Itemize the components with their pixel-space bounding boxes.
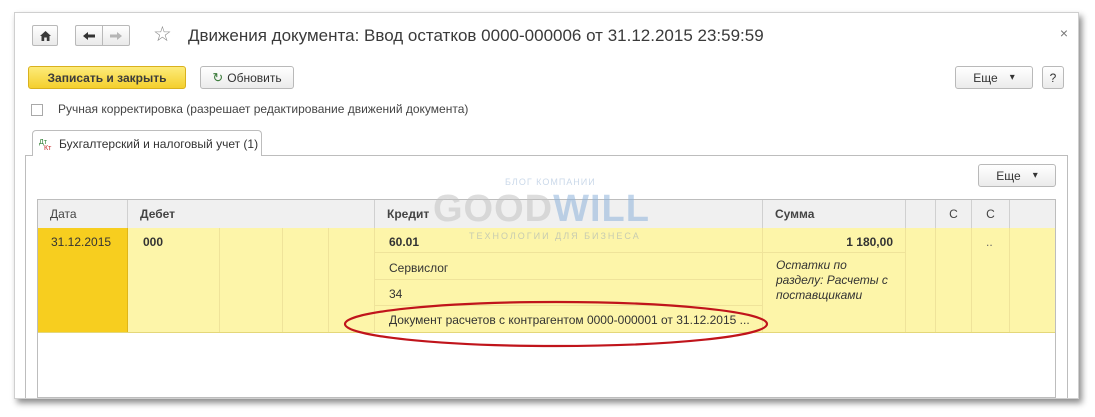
cell-date: 31.12.2015 bbox=[38, 228, 128, 332]
content-line-3: поставщиками bbox=[776, 288, 863, 302]
credit-account-value: 60.01 bbox=[389, 235, 420, 249]
more-button-label: Еще bbox=[973, 70, 998, 85]
cell-extra bbox=[906, 228, 936, 332]
cell-debit-account: 000 bbox=[128, 228, 220, 332]
header-amount[interactable]: Сумма bbox=[763, 200, 906, 228]
cell-debit-subconto-2 bbox=[283, 228, 329, 332]
home-button[interactable] bbox=[32, 25, 58, 46]
credit-subconto-1: Сервислог bbox=[389, 261, 449, 275]
header-debit[interactable]: Дебет bbox=[128, 200, 375, 228]
table-more-button-label: Еще bbox=[996, 168, 1021, 183]
chevron-down-icon: ▾ bbox=[1009, 72, 1015, 83]
ledger-icon: Дт Кт bbox=[39, 139, 52, 151]
header-c2[interactable]: С bbox=[972, 200, 1010, 228]
more-button[interactable]: Еще ▾ bbox=[955, 66, 1033, 89]
refresh-icon: ↻ bbox=[212, 69, 224, 85]
row-divider bbox=[763, 252, 905, 253]
header-date[interactable]: Дата bbox=[38, 200, 128, 228]
tab-accounting[interactable]: Дт Кт Бухгалтерский и налоговый учет (1) bbox=[32, 130, 262, 156]
watermark-brand-right: WILL bbox=[553, 188, 650, 230]
chevron-down-icon: ▾ bbox=[1032, 170, 1038, 181]
tab-accounting-label: Бухгалтерский и налоговый учет (1) bbox=[59, 136, 259, 151]
amount-value: 1 180,00 bbox=[846, 235, 893, 249]
svg-text:Кт: Кт bbox=[44, 145, 52, 151]
window-title: Движения документа: Ввод остатков 0000-0… bbox=[188, 26, 764, 45]
c2-value: .. bbox=[986, 235, 993, 249]
save-and-close-button[interactable]: Записать и закрыть bbox=[28, 66, 186, 89]
forward-button[interactable] bbox=[102, 25, 130, 46]
row-divider bbox=[375, 279, 762, 280]
document-movements-window: ☆ Движения документа: Ввод остатков 0000… bbox=[14, 12, 1079, 399]
watermark-logo: GOODWILL bbox=[433, 188, 650, 231]
home-icon bbox=[39, 30, 51, 41]
forward-arrow-icon bbox=[110, 31, 122, 40]
manual-edit-label: Ручная корректировка (разрешает редактир… bbox=[58, 102, 469, 116]
header-extra-col bbox=[906, 200, 936, 228]
table-more-button[interactable]: Еще ▾ bbox=[978, 164, 1056, 187]
date-value: 31.12.2015 bbox=[51, 235, 112, 249]
content-line-2: разделу: Расчеты с bbox=[776, 273, 888, 287]
cell-c2: .. bbox=[972, 228, 1010, 332]
refresh-button[interactable]: ↻ Обновить bbox=[200, 66, 294, 89]
refresh-button-label: Обновить bbox=[227, 70, 282, 85]
cell-debit-subconto-1 bbox=[220, 228, 283, 332]
close-icon[interactable]: × bbox=[1060, 25, 1068, 41]
favorite-star-icon[interactable]: ☆ bbox=[153, 22, 172, 47]
cell-c1 bbox=[936, 228, 972, 332]
highlight-ellipse bbox=[343, 300, 769, 348]
watermark-bottom: ТЕХНОЛОГИИ ДЛЯ БИЗНЕСА bbox=[469, 231, 641, 241]
cell-amount: 1 180,00 Остатки по разделу: Расчеты с п… bbox=[763, 228, 906, 332]
back-button[interactable] bbox=[75, 25, 103, 46]
watermark-brand-left: GOOD bbox=[433, 188, 554, 230]
manual-edit-checkbox[interactable] bbox=[31, 104, 43, 116]
back-arrow-icon bbox=[83, 31, 95, 40]
watermark-top: БЛОГ КОМПАНИИ bbox=[505, 177, 596, 187]
debit-account-value: 000 bbox=[143, 235, 164, 249]
content-line-1: Остатки по bbox=[776, 258, 847, 272]
row-divider bbox=[375, 252, 762, 253]
header-c1[interactable]: С bbox=[936, 200, 972, 228]
help-button[interactable]: ? bbox=[1042, 66, 1064, 89]
